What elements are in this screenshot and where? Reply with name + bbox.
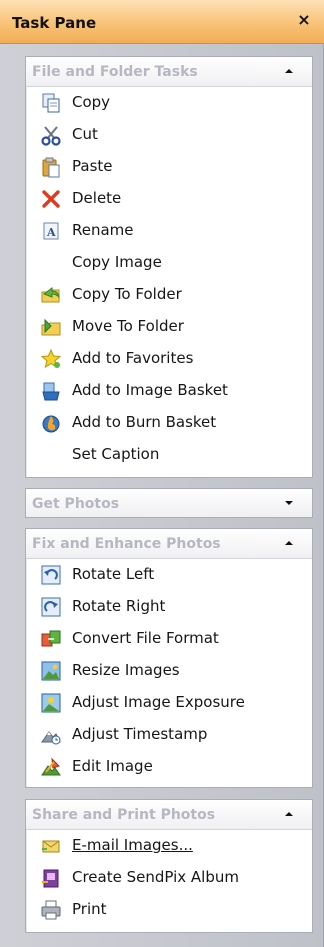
task-item-label: Paste	[72, 157, 113, 175]
section-file-and-folder-tasks: File and Folder Tasks Copy Cut Paste Del…	[25, 56, 313, 478]
close-icon[interactable]: ×	[294, 10, 314, 30]
burn-basket-icon	[42, 415, 60, 433]
task-item-label: Rotate Left	[72, 565, 155, 583]
task-item-label: Rotate Right	[72, 597, 166, 615]
task-item-move-to-folder[interactable]: Move To Folder	[26, 312, 312, 342]
task-item-rotate-right[interactable]: Rotate Right	[26, 592, 312, 622]
collapse-arrow-icon[interactable]	[284, 539, 294, 547]
task-item-adjust-timestamp[interactable]: Adjust Timestamp	[26, 720, 312, 750]
task-item-label: Copy	[72, 93, 111, 111]
copy-icon	[42, 93, 60, 113]
section-title: Get Photos	[32, 496, 120, 512]
task-item-add-to-burn-basket[interactable]: Add to Burn Basket	[26, 408, 312, 438]
resize-images-icon	[41, 661, 61, 681]
svg-text:A: A	[46, 226, 56, 239]
task-item-create-sendpix-album[interactable]: Create SendPix Album	[26, 863, 312, 893]
task-item-label: Edit Image	[72, 757, 153, 775]
task-item-label: Resize Images	[72, 661, 180, 679]
section-fix-and-enhance-photos: Fix and Enhance Photos Rotate Left Rotat…	[25, 528, 313, 788]
convert-format-icon	[41, 630, 61, 647]
task-item-label: E-mail Images...	[72, 836, 193, 854]
section-header-fix-and-enhance-photos[interactable]: Fix and Enhance Photos	[26, 529, 312, 559]
exposure-icon	[41, 693, 61, 713]
task-item-label: Cut	[72, 125, 98, 143]
task-item-label: Add to Burn Basket	[72, 413, 217, 431]
task-item-delete[interactable]: Delete	[26, 184, 312, 214]
section-title: Share and Print Photos	[32, 807, 216, 823]
task-item-label: Copy Image	[72, 253, 162, 271]
task-item-label: Adjust Image Exposure	[72, 693, 245, 711]
task-item-label: Convert File Format	[72, 629, 219, 647]
task-item-label: Add to Favorites	[72, 349, 194, 367]
collapse-arrow-icon[interactable]	[284, 810, 294, 818]
task-pane-title: Task Pane	[12, 14, 97, 32]
task-item-label: Rename	[72, 221, 134, 239]
timestamp-icon	[41, 731, 61, 745]
edit-image-icon	[41, 757, 61, 776]
printer-icon	[41, 900, 61, 920]
section-header-get-photos[interactable]: Get Photos	[26, 489, 312, 517]
task-item-cut[interactable]: Cut	[26, 120, 312, 150]
delete-x-icon	[42, 190, 60, 208]
task-item-copy-to-folder[interactable]: Copy To Folder	[26, 280, 312, 310]
sendpix-album-icon	[42, 869, 59, 888]
task-item-label: Adjust Timestamp	[72, 725, 208, 743]
task-item-edit-image[interactable]: Edit Image	[26, 752, 312, 782]
task-item-copy[interactable]: Copy	[26, 88, 312, 118]
section-header-file-and-folder-tasks[interactable]: File and Folder Tasks	[26, 57, 312, 87]
section-header-share-and-print-photos[interactable]: Share and Print Photos	[26, 800, 312, 830]
task-item-label: Print	[72, 900, 107, 918]
rename-icon: A	[43, 222, 59, 240]
task-item-copy-image[interactable]: Copy Image	[26, 248, 312, 278]
task-item-print[interactable]: Print	[26, 895, 312, 925]
scissors-icon	[41, 126, 61, 146]
paste-icon	[42, 157, 60, 178]
task-item-label: Move To Folder	[72, 317, 184, 335]
section-title: Fix and Enhance Photos	[32, 536, 221, 552]
task-pane-titlebar: Task Pane ×	[0, 0, 324, 44]
section-title: File and Folder Tasks	[32, 64, 198, 80]
task-pane: Task Pane × File and Folder Tasks Copy C…	[0, 0, 324, 947]
task-item-rotate-left[interactable]: Rotate Left	[26, 560, 312, 590]
rotate-right-icon	[41, 597, 61, 617]
expand-arrow-icon[interactable]	[284, 499, 294, 507]
task-item-label: Copy To Folder	[72, 285, 182, 303]
collapse-arrow-icon[interactable]	[284, 67, 294, 75]
task-item-rename[interactable]: A Rename	[26, 216, 312, 246]
task-item-label: Add to Image Basket	[72, 381, 228, 399]
folder-move-icon	[41, 318, 61, 336]
image-basket-icon	[42, 382, 60, 401]
folder-copy-icon	[41, 287, 60, 303]
task-item-adjust-image-exposure[interactable]: Adjust Image Exposure	[26, 688, 312, 718]
task-item-add-to-image-basket[interactable]: Add to Image Basket	[26, 376, 312, 406]
email-envelope-icon	[42, 840, 60, 853]
section-get-photos: Get Photos	[25, 488, 313, 518]
task-item-set-caption[interactable]: Set Caption	[26, 440, 312, 470]
rotate-left-icon	[41, 565, 61, 585]
task-item-label: Create SendPix Album	[72, 868, 239, 886]
task-item-add-to-favorites[interactable]: Add to Favorites	[26, 344, 312, 374]
section-share-and-print-photos: Share and Print Photos E-mail Images... …	[25, 799, 313, 933]
task-item-email-images[interactable]: E-mail Images...	[26, 831, 312, 861]
task-item-convert-file-format[interactable]: Convert File Format	[26, 624, 312, 654]
task-item-label: Set Caption	[72, 445, 160, 463]
task-item-label: Delete	[72, 189, 122, 207]
task-item-resize-images[interactable]: Resize Images	[26, 656, 312, 686]
task-item-paste[interactable]: Paste	[26, 152, 312, 182]
star-icon	[40, 348, 62, 369]
